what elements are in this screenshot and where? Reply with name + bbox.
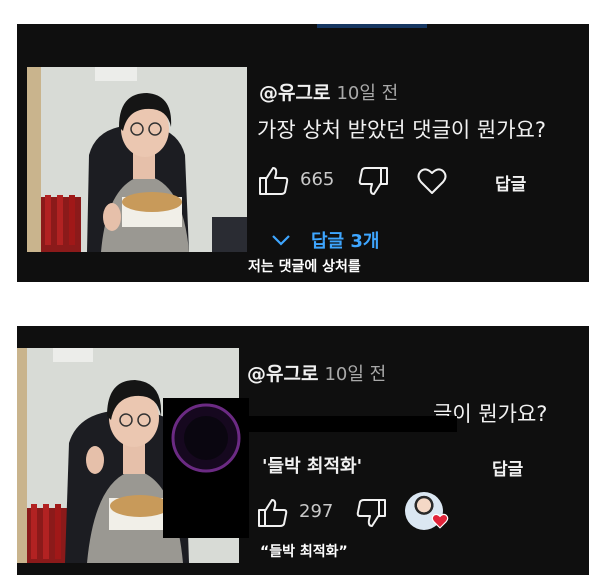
view-replies-link[interactable]: 답글 3개 [311,227,379,253]
comment-panel-bottom: @유그로 10일 전 글이 뭔가요? '들박 최적화' 답글 297 “들박 최적… [17,326,589,575]
comment-text: 가장 상처 받았던 댓글이 뭔가요? [257,118,547,142]
blurred-avatar [171,403,241,473]
streamer-video-frame [27,67,247,252]
username[interactable]: @유그로 [247,363,318,385]
reply-text: '들박 최적화' [262,456,363,477]
thumbs-down-icon [358,167,388,195]
video-subtitle: 저는 댓글에 상처를 [248,259,361,275]
heart-button[interactable] [417,167,447,199]
reply-avatar-overlay [163,398,249,538]
thumbs-up-icon [259,167,289,195]
cut-off-element [317,24,427,28]
thumbs-down-icon [356,499,386,527]
dislike-button[interactable] [355,498,387,532]
comment-time: 10일 전 [336,83,399,104]
username[interactable]: @유그로 [259,82,330,104]
redaction-bar [245,416,457,432]
comment-author[interactable]: @유그로 10일 전 [259,78,398,105]
comment-panel-top: @유그로 10일 전 가장 상처 받았던 댓글이 뭔가요? 665 답글 답글 3… [17,24,589,282]
thumbs-up-icon [258,499,288,527]
like-button[interactable] [257,498,289,532]
comment-author[interactable]: @유그로 10일 전 [247,359,386,386]
video-thumbnail [27,67,247,252]
chevron-down-icon [272,235,290,246]
video-subtitle: “들박 최적화” [260,544,348,560]
reply-button[interactable]: 답글 [492,455,523,480]
dislike-button[interactable] [357,166,389,200]
like-count: 665 [300,169,335,190]
creator-heart-icon [431,513,449,529]
heart-icon [417,168,447,194]
creator-heart-badge [431,513,449,533]
comment-time: 10일 전 [324,364,387,385]
like-count: 297 [299,501,334,522]
reply-button[interactable]: 답글 [495,170,526,195]
expand-replies-toggle[interactable] [270,232,292,251]
like-button[interactable] [258,166,290,200]
